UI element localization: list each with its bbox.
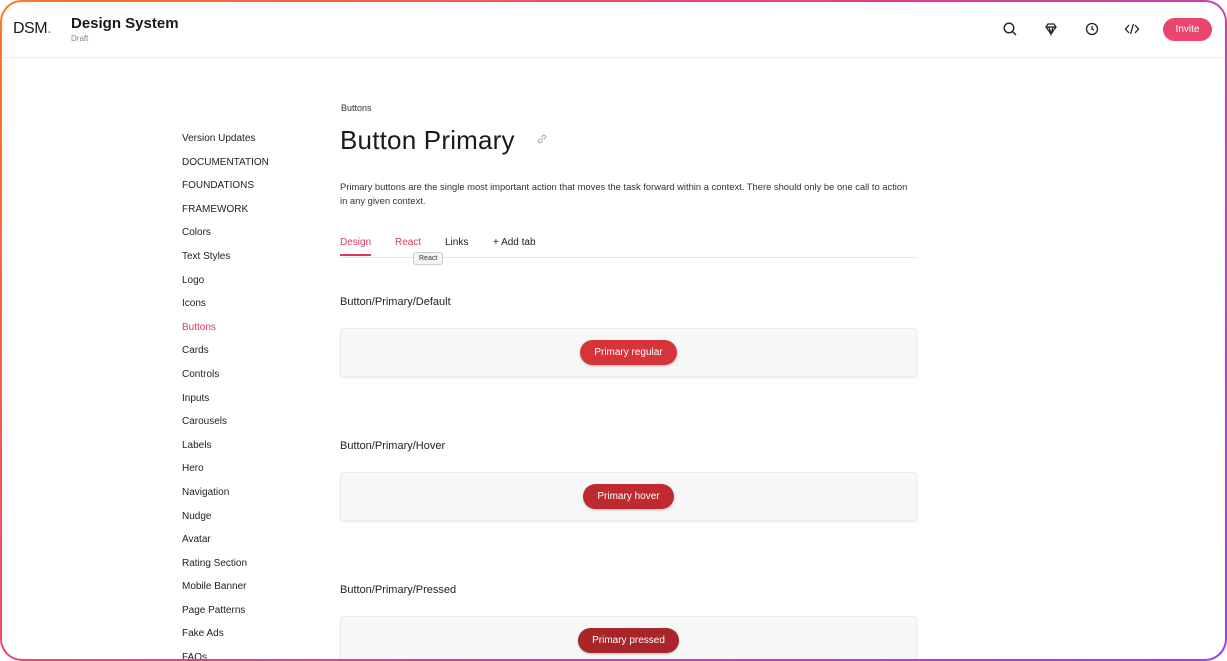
link-icon[interactable] [536,132,548,144]
sidebar-item-framework[interactable]: FRAMEWORK [182,202,302,226]
add-tab-button[interactable]: + Add tab [493,237,536,254]
sidebar-item-faqs[interactable]: FAQs [182,650,302,659]
gem-icon[interactable] [1042,20,1060,38]
sidebar-item-hero[interactable]: Hero [182,461,302,485]
app-window: DSM. Design System Draft Invite Version … [2,2,1225,659]
breadcrumb[interactable]: Buttons [341,103,372,113]
primary-regular-button[interactable]: Primary regular [580,340,677,365]
sidebar-item-labels[interactable]: Labels [182,438,302,462]
page-description: Primary buttons are the single most impo… [340,181,908,206]
sidebar-item-avatar[interactable]: Avatar [182,532,302,556]
sidebar-item-documentation[interactable]: DOCUMENTATION [182,155,302,179]
sample-box-hover: Primary hover [340,472,917,521]
logo-text: DSM [13,20,48,37]
section-title-pressed: Button/Primary/Pressed [340,584,457,596]
sidebar-item-rating-section[interactable]: Rating Section [182,556,302,580]
app-title: Design System [71,15,179,32]
logo-dot: . [47,20,52,37]
invite-button[interactable]: Invite [1163,18,1212,41]
section-title-default: Button/Primary/Default [340,296,451,308]
history-icon[interactable] [1083,20,1101,38]
sidebar-nav: Version Updates DOCUMENTATION FOUNDATION… [182,131,302,659]
tooltip: React [413,252,444,265]
sidebar-item-mobile-banner[interactable]: Mobile Banner [182,579,302,603]
sidebar-item-cards[interactable]: Cards [182,343,302,367]
sidebar-item-fake-ads[interactable]: Fake Ads [182,626,302,650]
tab-design[interactable]: Design [340,237,372,256]
sidebar-item-nudge[interactable]: Nudge [182,509,302,533]
primary-pressed-button[interactable]: Primary pressed [578,628,679,653]
sidebar-item-logo[interactable]: Logo [182,273,302,297]
app-frame: DSM. Design System Draft Invite Version … [0,0,1227,661]
search-icon[interactable] [1001,20,1019,38]
tab-links[interactable]: Links [445,237,468,254]
sidebar-item-version-updates[interactable]: Version Updates [182,131,302,155]
sidebar-item-icons[interactable]: Icons [182,296,302,320]
app-status: Draft [71,34,89,43]
sample-box-pressed: Primary pressed [340,616,917,659]
top-bar: DSM. Design System Draft Invite [2,2,1225,58]
primary-hover-button[interactable]: Primary hover [583,484,674,509]
page-title: Button Primary [340,125,515,155]
sample-box-default: Primary regular [340,328,917,377]
sidebar-item-inputs[interactable]: Inputs [182,391,302,415]
sidebar-item-colors[interactable]: Colors [182,225,302,249]
section-title-hover: Button/Primary/Hover [340,440,446,452]
dsm-logo[interactable]: DSM. [13,20,52,38]
sidebar-item-navigation[interactable]: Navigation [182,485,302,509]
code-icon[interactable] [1123,20,1141,38]
sidebar-item-carousels[interactable]: Carousels [182,414,302,438]
sidebar-item-buttons[interactable]: Buttons [182,320,302,344]
sidebar-item-controls[interactable]: Controls [182,367,302,391]
sidebar-item-page-patterns[interactable]: Page Patterns [182,603,302,627]
sidebar-item-text-styles[interactable]: Text Styles [182,249,302,273]
sidebar-item-foundations[interactable]: FOUNDATIONS [182,178,302,202]
